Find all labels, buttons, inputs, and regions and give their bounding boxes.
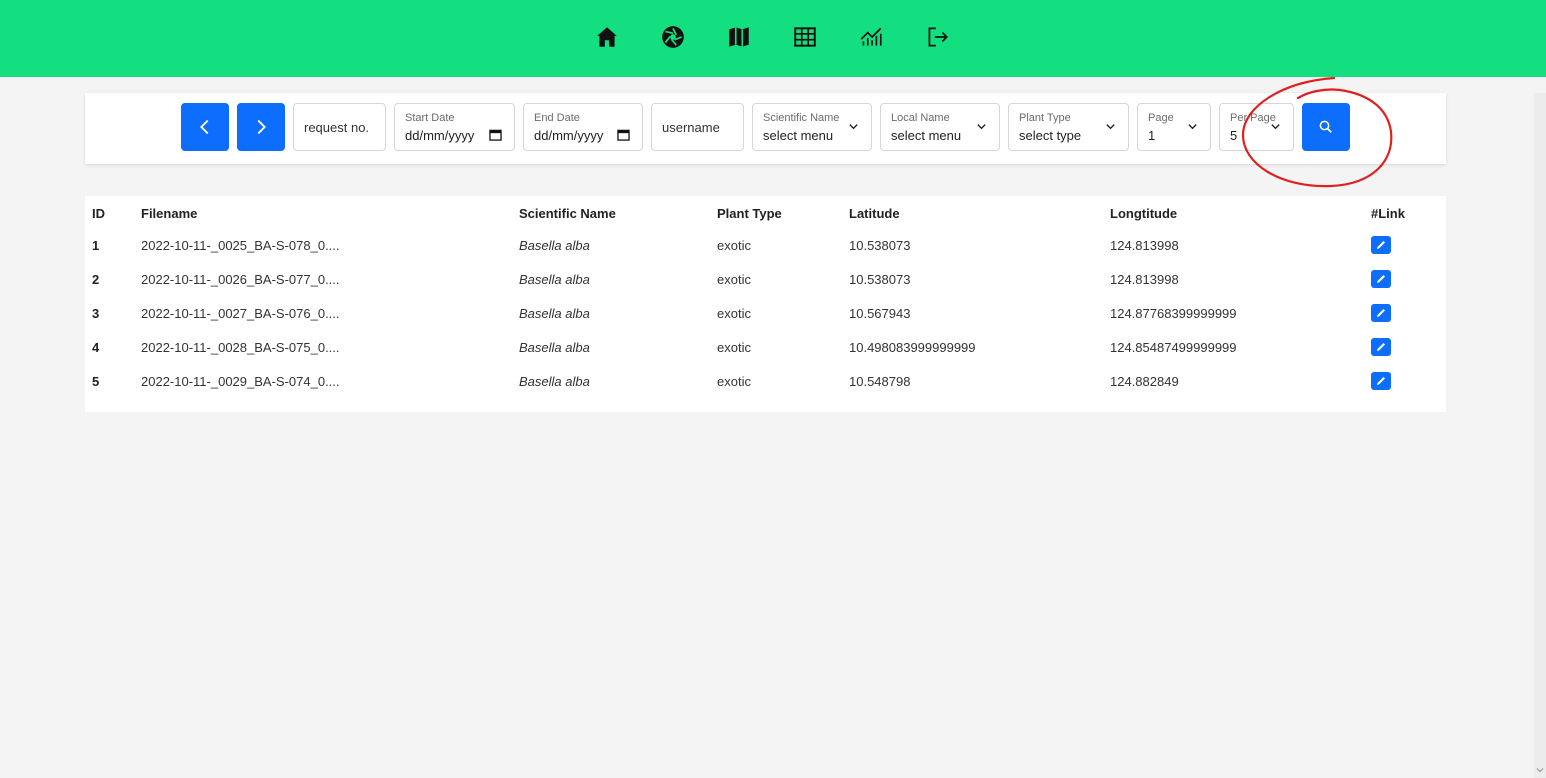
edit-link-button[interactable] [1371, 338, 1391, 356]
page-scrollbar[interactable] [1534, 93, 1546, 778]
calendar-icon[interactable] [489, 129, 502, 141]
local-name-value: select menu [891, 128, 962, 143]
plant-type-label: Plant Type [1019, 112, 1071, 124]
pencil-icon [1377, 377, 1385, 385]
username-input[interactable]: username [651, 103, 744, 151]
column-header-link: #Link [1371, 206, 1405, 221]
scientific-name-select[interactable]: Scientific Name select menu [752, 103, 872, 151]
end-date-value: dd/mm/yyyy [534, 128, 604, 143]
edit-link-button[interactable] [1371, 270, 1391, 288]
page-value: 1 [1148, 128, 1156, 143]
calendar-icon[interactable] [617, 129, 630, 141]
row-longitude: 124.882849 [1110, 374, 1179, 389]
row-id: 4 [92, 340, 100, 355]
chevron-down-icon [1271, 124, 1280, 130]
end-date-label: End Date [534, 112, 580, 124]
start-date-value: dd/mm/yyyy [405, 128, 475, 143]
column-header-filename: Filename [141, 206, 198, 221]
row-plant-type: exotic [717, 340, 751, 355]
pencil-icon [1377, 343, 1385, 351]
row-latitude: 10.538073 [849, 238, 911, 253]
local-name-label: Local Name [891, 112, 950, 124]
results-table: ID Filename Scientific Name Plant Type L… [85, 196, 1446, 412]
row-scientific-name: Basella alba [519, 374, 590, 389]
chevron-down-icon [849, 124, 858, 130]
pencil-icon [1377, 275, 1385, 283]
request-no-placeholder: request no. [304, 120, 370, 135]
table-icon[interactable] [790, 22, 820, 52]
home-icon[interactable] [592, 22, 622, 52]
map-icon[interactable] [724, 22, 754, 52]
row-filename: 2022-10-11-_0029_BA-S-074_0.... [141, 374, 340, 389]
search-icon [1319, 120, 1332, 133]
filter-bar: request no. Start Date dd/mm/yyyy End Da… [85, 93, 1446, 164]
row-filename: 2022-10-11-_0027_BA-S-076_0.... [141, 306, 340, 321]
row-id: 5 [92, 374, 100, 389]
row-longitude: 124.813998 [1110, 238, 1179, 253]
row-id: 1 [92, 238, 100, 253]
edit-link-button[interactable] [1371, 236, 1391, 254]
per-page-value: 5 [1230, 128, 1238, 143]
next-page-button[interactable] [237, 103, 285, 151]
row-latitude: 10.538073 [849, 272, 911, 287]
previous-page-button[interactable] [181, 103, 229, 151]
column-header-longitude: Longtitude [1110, 206, 1178, 221]
plant-type-value: select type [1019, 128, 1082, 143]
row-scientific-name: Basella alba [519, 272, 590, 287]
edit-link-button[interactable] [1371, 304, 1391, 322]
logout-icon[interactable] [922, 22, 952, 52]
row-longitude: 124.813998 [1110, 272, 1179, 287]
scroll-down-arrow-icon[interactable] [1536, 766, 1544, 774]
row-scientific-name: Basella alba [519, 340, 590, 355]
row-scientific-name: Basella alba [519, 238, 590, 253]
column-header-id: ID [92, 206, 105, 221]
column-header-plant-type: Plant Type [717, 206, 782, 221]
scientific-name-label: Scientific Name [763, 112, 840, 124]
chevron-down-icon [1106, 124, 1115, 130]
aperture-icon[interactable] [658, 22, 688, 52]
row-scientific-name: Basella alba [519, 306, 590, 321]
start-date-label: Start Date [405, 112, 455, 124]
row-id: 3 [92, 306, 100, 321]
row-plant-type: exotic [717, 238, 751, 253]
chevron-down-icon [1188, 124, 1197, 130]
row-latitude: 10.498083999999999 [849, 340, 976, 355]
request-no-input[interactable]: request no. [293, 103, 386, 151]
row-longitude: 124.85487499999999 [1110, 340, 1237, 355]
row-id: 2 [92, 272, 100, 287]
row-filename: 2022-10-11-_0028_BA-S-075_0.... [141, 340, 340, 355]
local-name-select[interactable]: Local Name select menu [880, 103, 1000, 151]
column-header-scientific-name: Scientific Name [519, 206, 616, 221]
row-latitude: 10.548798 [849, 374, 911, 389]
search-button[interactable] [1302, 103, 1350, 151]
chart-icon[interactable] [856, 22, 886, 52]
chevron-down-icon [977, 124, 986, 130]
start-date-field[interactable]: Start Date dd/mm/yyyy [394, 103, 515, 151]
pencil-icon [1377, 241, 1385, 249]
pencil-icon [1377, 309, 1385, 317]
end-date-field[interactable]: End Date dd/mm/yyyy [523, 103, 643, 151]
row-plant-type: exotic [717, 374, 751, 389]
row-filename: 2022-10-11-_0025_BA-S-078_0.... [141, 238, 340, 253]
row-filename: 2022-10-11-_0026_BA-S-077_0.... [141, 272, 340, 287]
username-placeholder: username [662, 120, 720, 135]
per-page-label: Per Page [1230, 112, 1276, 124]
column-header-latitude: Latitude [849, 206, 900, 221]
row-latitude: 10.567943 [849, 306, 911, 321]
row-longitude: 124.87768399999999 [1110, 306, 1237, 321]
row-plant-type: exotic [717, 272, 751, 287]
chevron-left-icon [200, 119, 209, 135]
plant-type-select[interactable]: Plant Type select type [1008, 103, 1129, 151]
row-plant-type: exotic [717, 306, 751, 321]
page-label: Page [1148, 112, 1174, 124]
chevron-right-icon [257, 119, 266, 135]
scientific-name-value: select menu [763, 128, 834, 143]
top-nav-bar [0, 0, 1546, 77]
edit-link-button[interactable] [1371, 372, 1391, 390]
page-select[interactable]: Page 1 [1137, 103, 1211, 151]
per-page-select[interactable]: Per Page 5 [1219, 103, 1294, 151]
